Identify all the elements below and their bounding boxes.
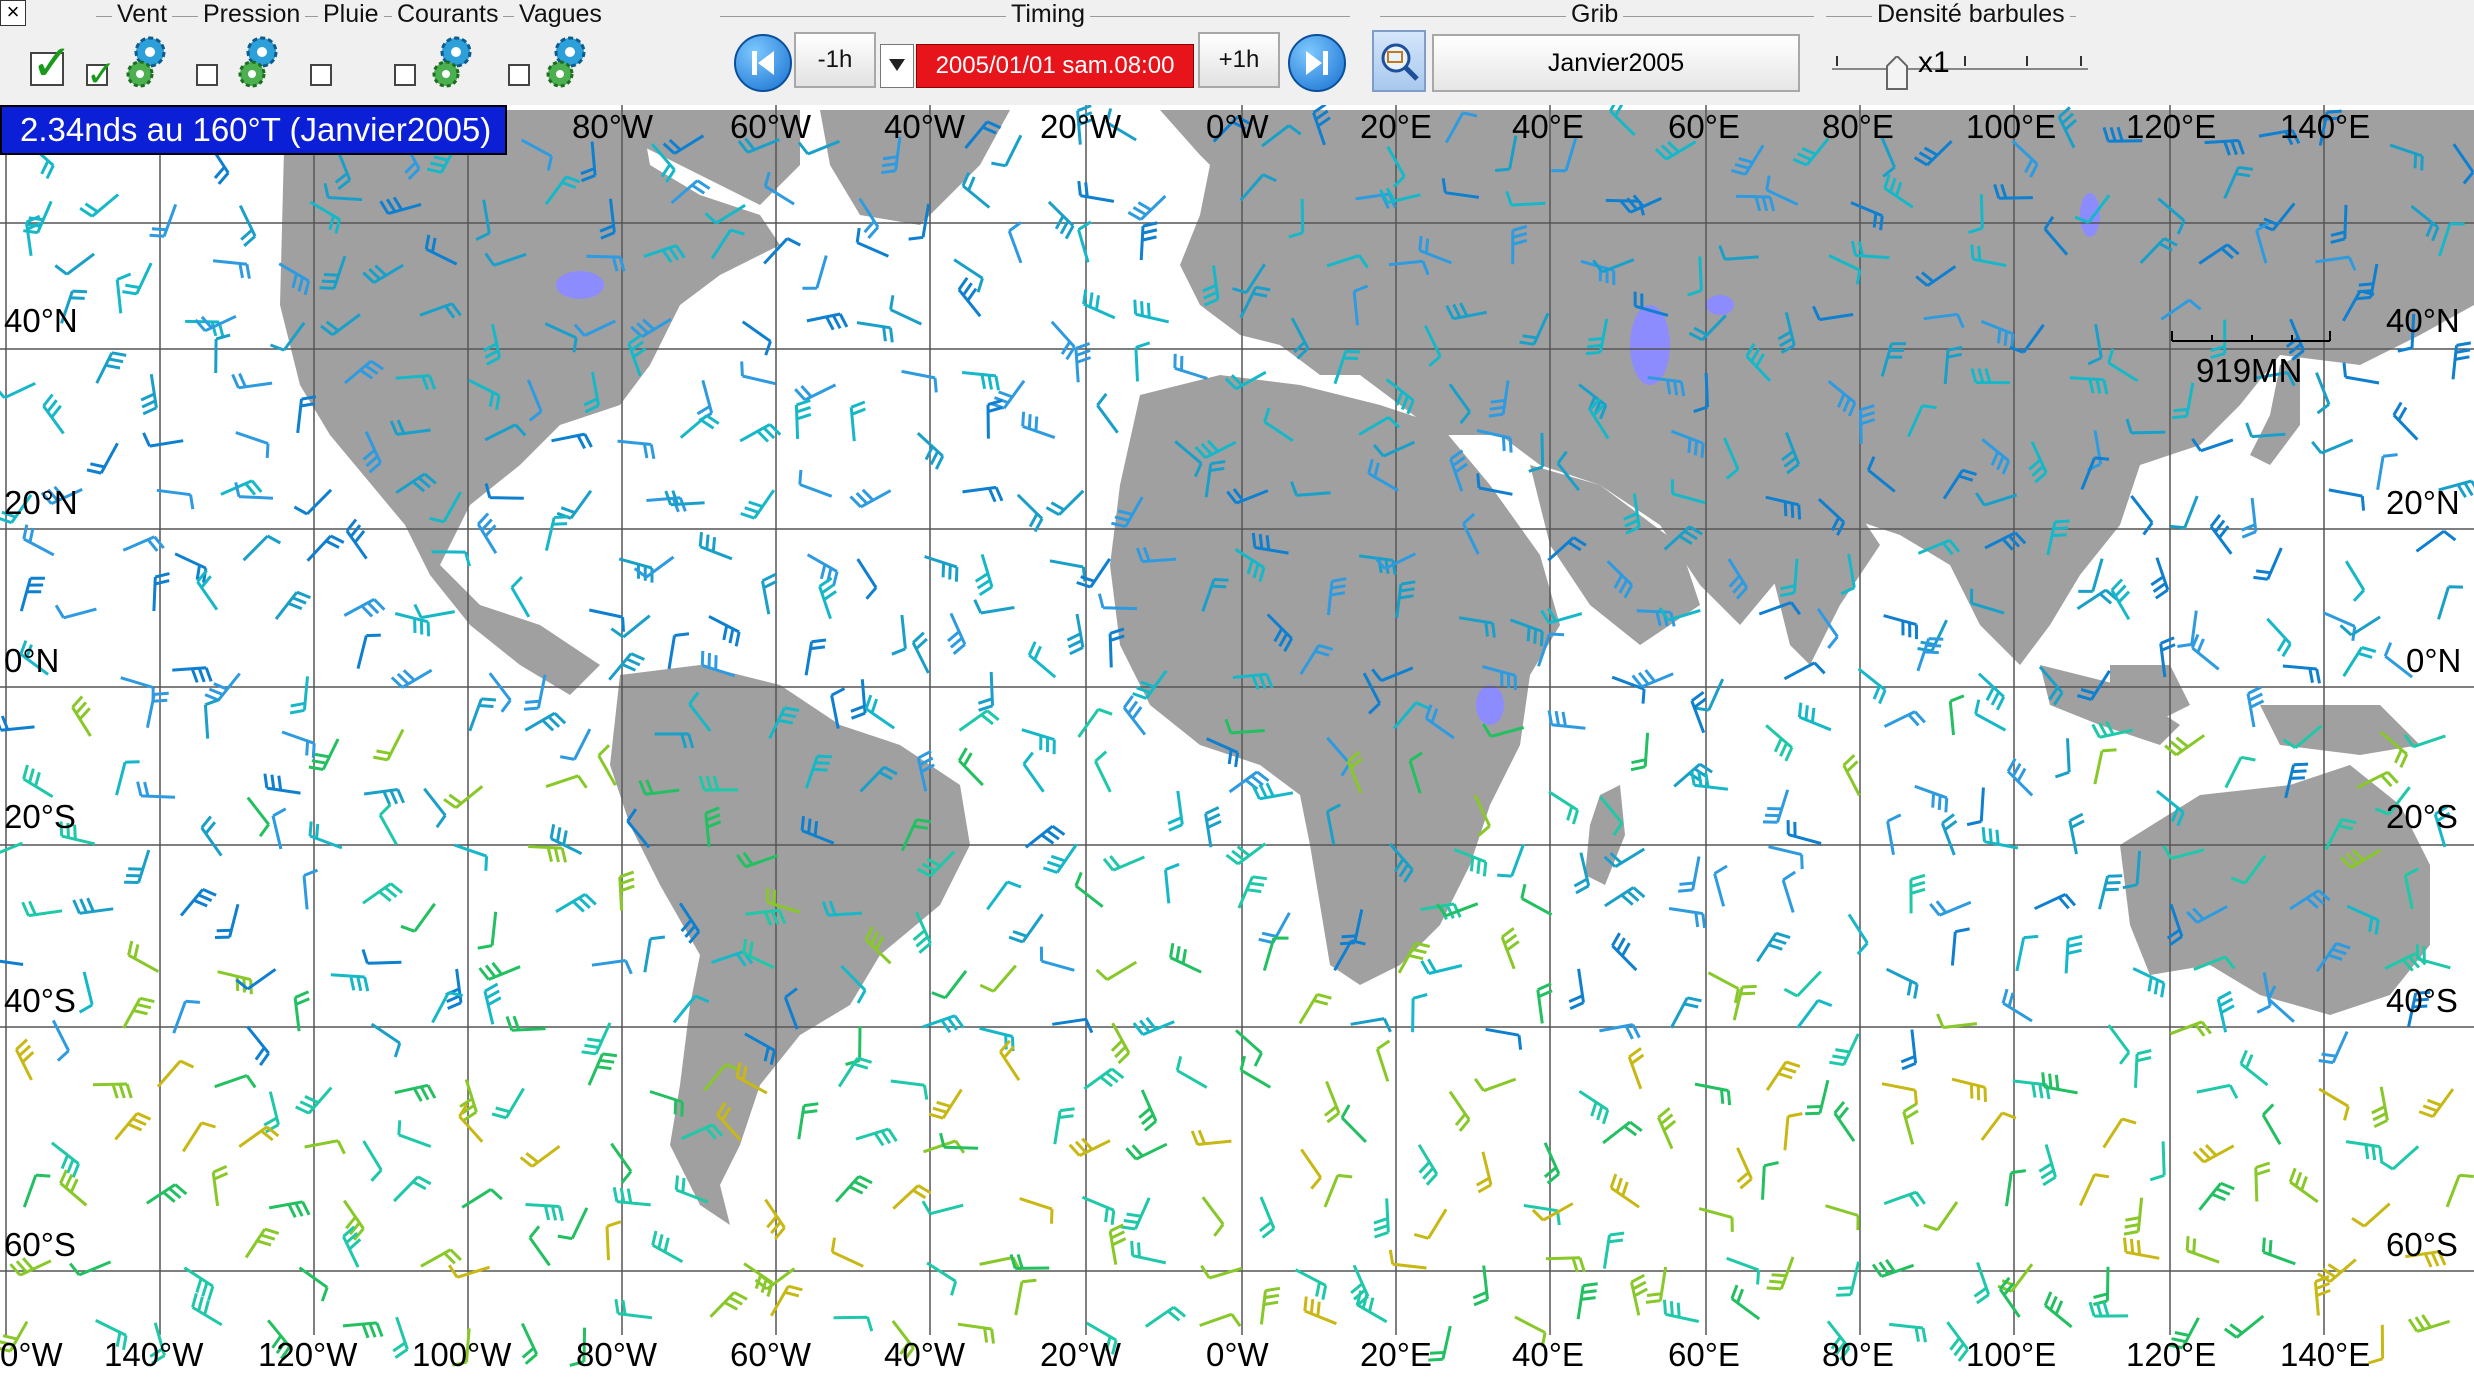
bottom-lon-label: 0°W <box>1206 1336 1269 1373</box>
top-lon-label: 80°E <box>1822 108 1894 145</box>
skip-back-icon <box>752 51 774 75</box>
pluie-label: Pluie <box>318 0 384 29</box>
vent-settings-gear-icon[interactable] <box>120 32 172 90</box>
top-lon-label: 140°E <box>2280 108 2371 145</box>
top-lon-label: 40°W <box>884 108 966 145</box>
bottom-lon-label: 100°E <box>1966 1336 2057 1373</box>
top-lon-label: 0°W <box>1206 108 1269 145</box>
plus-hour-button[interactable]: +1h <box>1198 32 1280 88</box>
wind-map[interactable] <box>0 105 2474 1388</box>
density-value: x1 <box>1918 46 1950 79</box>
lake-victoria <box>1476 685 1504 725</box>
bottom-lon-label: 120°E <box>2126 1336 2217 1373</box>
timing-label: Timing <box>1006 0 1091 29</box>
top-lon-label: 60°E <box>1668 108 1740 145</box>
pression-label: Pression <box>198 0 306 29</box>
close-button[interactable]: × <box>0 0 26 26</box>
right-lat-label: 40°S <box>2386 982 2458 1019</box>
density-tick <box>1836 56 1838 66</box>
bottom-lon-label: 40°E <box>1512 1336 1584 1373</box>
right-lat-label: 60°S <box>2386 1226 2458 1263</box>
courants-checkbox[interactable] <box>394 64 416 86</box>
courants-settings-gear-icon[interactable] <box>426 32 478 90</box>
left-lat-label: 20°S <box>4 798 76 835</box>
bottom-lon-label: 140°W <box>104 1336 204 1373</box>
vagues-label: Vagues <box>514 0 607 29</box>
density-tick <box>2026 56 2028 66</box>
toolbar: × Vent Pression Pluie Courants Vagues Ti… <box>0 0 2474 107</box>
date-dropdown-button[interactable] <box>880 44 914 88</box>
date-field[interactable]: 2005/01/01 sam.08:00 <box>916 44 1194 88</box>
bottom-lon-label: 100°W <box>412 1336 512 1373</box>
grib-label: Grib <box>1566 0 1624 29</box>
bottom-lon-label: 60°W <box>730 1336 812 1373</box>
chevron-down-icon <box>889 59 905 71</box>
courants-label: Courants <box>392 0 504 29</box>
check-mark-icon: ✓ <box>31 35 73 91</box>
bottom-lon-label: 120°W <box>258 1336 358 1373</box>
bottom-lon-label: 20°W <box>1040 1336 1122 1373</box>
right-lat-label: 20°S <box>2386 798 2458 835</box>
density-slider-thumb[interactable] <box>1886 56 1908 90</box>
grib-zoom-button[interactable] <box>1372 30 1426 92</box>
bottom-lon-label: 40°W <box>884 1336 966 1373</box>
top-lon-label: 80°W <box>572 108 654 145</box>
check-mark-icon: ✓ <box>86 53 117 94</box>
right-lat-label: 20°N <box>2386 484 2460 521</box>
info-banner: 2.34nds au 160°T (Janvier2005) <box>0 105 508 155</box>
vent-main-checkbox[interactable]: ✓ <box>30 38 73 88</box>
left-lat-label: 60°S <box>4 1226 76 1263</box>
top-lon-label: 40°E <box>1512 108 1584 145</box>
magnifier-icon <box>1381 43 1419 81</box>
caspian-sea <box>1630 305 1670 385</box>
vagues-checkbox[interactable] <box>508 64 530 86</box>
density-tick <box>2080 56 2082 66</box>
left-lat-label: 20°N <box>4 484 78 521</box>
vent-checkbox[interactable]: ✓ <box>86 56 116 92</box>
density-slider-track[interactable] <box>1832 68 2088 70</box>
forward-button[interactable] <box>1288 34 1346 92</box>
aral-sea <box>1706 295 1734 315</box>
bottom-lon-label: 140°E <box>2280 1336 2371 1373</box>
top-lon-label: 20°E <box>1360 108 1432 145</box>
left-lat-label: 40°N <box>4 302 78 339</box>
skip-forward-icon <box>1306 51 1328 75</box>
minus-hour-button[interactable]: -1h <box>794 32 876 88</box>
scale-label: 919MN <box>2196 352 2303 389</box>
lake-baikal <box>2080 193 2100 237</box>
right-lat-label: 0°N <box>2406 642 2462 679</box>
right-lat-label: 40°N <box>2386 302 2460 339</box>
grib-file-field[interactable]: Janvier2005 <box>1432 34 1800 92</box>
vent-label: Vent <box>112 0 173 29</box>
great-lakes <box>556 271 604 299</box>
density-label: Densité barbules <box>1872 0 2070 29</box>
pression-settings-gear-icon[interactable] <box>232 32 284 90</box>
top-lon-label: 120°E <box>2126 108 2217 145</box>
pression-checkbox[interactable] <box>196 64 218 86</box>
top-lon-label: 60°W <box>730 108 812 145</box>
density-tick <box>1964 56 1966 66</box>
bottom-lon-label: 0°W <box>0 1336 63 1373</box>
bottom-lon-label: 60°E <box>1668 1336 1740 1373</box>
top-lon-label: 20°W <box>1040 108 1122 145</box>
left-lat-label: 40°S <box>4 982 76 1019</box>
pluie-checkbox[interactable] <box>310 64 332 86</box>
bottom-lon-label: 80°E <box>1822 1336 1894 1373</box>
rewind-button[interactable] <box>734 34 792 92</box>
top-lon-label: 100°E <box>1966 108 2057 145</box>
bottom-lon-label: 80°W <box>576 1336 658 1373</box>
left-lat-label: 0°N <box>4 642 60 679</box>
bottom-lon-label: 20°E <box>1360 1336 1432 1373</box>
vagues-settings-gear-icon[interactable] <box>540 32 592 90</box>
